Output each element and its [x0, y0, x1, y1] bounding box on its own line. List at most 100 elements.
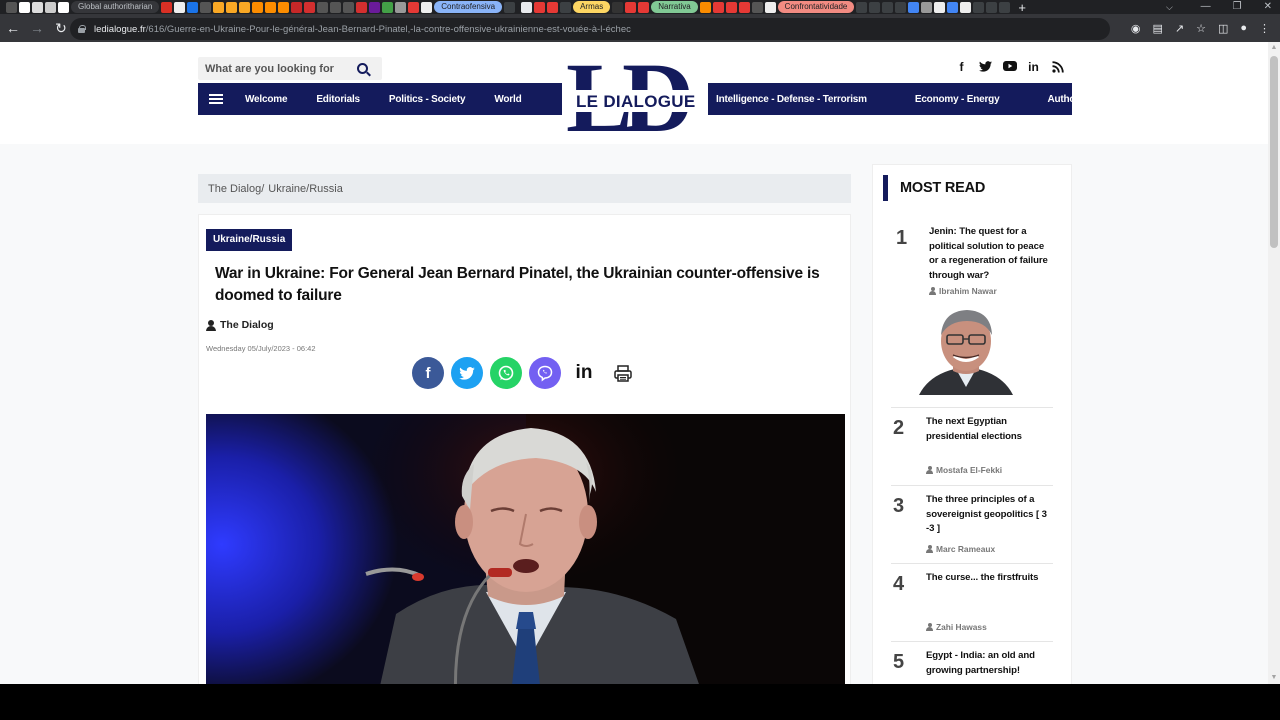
tab-favicon[interactable]	[421, 1, 433, 13]
tab-favicon[interactable]	[751, 1, 763, 13]
twitter-icon[interactable]	[979, 61, 992, 74]
tab-favicon[interactable]	[738, 1, 750, 13]
tab-favicon[interactable]	[960, 1, 972, 13]
facebook-share-icon[interactable]: f	[412, 357, 444, 389]
tab-favicon[interactable]	[226, 1, 238, 13]
most-read-title-link[interactable]: Egypt - India: an old and growing partne…	[926, 649, 1050, 678]
tab-favicon[interactable]	[32, 1, 43, 13]
restore-icon[interactable]: ❐	[1233, 0, 1242, 14]
tab-favicon[interactable]	[612, 1, 624, 13]
tab-favicon[interactable]	[547, 1, 559, 13]
breadcrumb-home[interactable]: The Dialog/	[208, 183, 264, 195]
tab-favicon[interactable]	[19, 1, 30, 13]
most-read-title-link[interactable]: The next Egyptian presidential elections	[926, 415, 1046, 444]
tab-narrativa[interactable]: Narrativa	[651, 1, 698, 13]
most-read-title-link[interactable]: The three principles of a sovereignist g…	[926, 493, 1050, 537]
search-input[interactable]	[205, 62, 345, 75]
twitter-share-icon[interactable]	[451, 357, 483, 389]
most-read-author[interactable]: Marc Rameaux	[926, 544, 995, 554]
tab-contraofensiva[interactable]: Contraofensiva	[434, 1, 503, 13]
tab-favicon[interactable]	[882, 1, 894, 13]
new-tab-button[interactable]: +	[1018, 1, 1026, 14]
tab-favicon[interactable]	[45, 1, 56, 13]
back-icon[interactable]: ←	[2, 17, 24, 39]
tab-favicon[interactable]	[6, 1, 17, 13]
tab-favicon[interactable]	[638, 1, 650, 13]
tab-favicon[interactable]	[869, 1, 881, 13]
author-photo[interactable]	[911, 305, 1021, 395]
close-window-icon[interactable]: ✕	[1264, 0, 1272, 14]
tab-favicon[interactable]	[265, 1, 277, 13]
tab-favicon[interactable]	[161, 1, 173, 13]
translate-icon[interactable]: ▤	[1152, 22, 1162, 35]
profile-icon[interactable]: ●	[1240, 22, 1247, 34]
address-bar[interactable]: ledialogue.fr/616/Guerre-en-Ukraine-Pour…	[70, 18, 1110, 40]
tab-favicon[interactable]	[330, 1, 342, 13]
tab-search-chevron-icon[interactable]: ⌵	[1166, 0, 1173, 14]
tab-favicon[interactable]	[239, 1, 251, 13]
tab-favicon[interactable]	[725, 1, 737, 13]
nav-welcome[interactable]: Welcome	[245, 94, 288, 105]
scroll-up-arrow-icon[interactable]: ▲	[1268, 42, 1280, 54]
youtube-icon[interactable]	[1003, 61, 1017, 74]
nav-politics-society[interactable]: Politics - Society	[389, 94, 466, 105]
most-read-title-link[interactable]: Jenin: The quest for a political solutio…	[929, 225, 1051, 283]
whatsapp-share-icon[interactable]	[490, 357, 522, 389]
tab-favicon[interactable]	[908, 1, 920, 13]
rss-icon[interactable]	[1051, 61, 1064, 74]
most-read-author[interactable]: Ibrahim Nawar	[929, 286, 997, 296]
tab-favicon[interactable]	[947, 1, 959, 13]
breadcrumb-current[interactable]: Ukraine/Russia	[268, 183, 343, 195]
lock-icon[interactable]	[78, 25, 86, 33]
menu-dots-icon[interactable]: ⋮	[1259, 22, 1270, 35]
bookmark-star-icon[interactable]: ☆	[1196, 22, 1206, 35]
side-panel-icon[interactable]: ◫	[1218, 22, 1228, 35]
tab-favicon[interactable]	[343, 1, 355, 13]
tab-favicon[interactable]	[58, 1, 69, 13]
tab-favicon[interactable]	[625, 1, 637, 13]
reload-icon[interactable]: ↻	[50, 17, 72, 39]
page-scrollbar[interactable]: ▲ ▼	[1268, 42, 1280, 684]
tab-favicon[interactable]	[973, 1, 985, 13]
nav-world[interactable]: World	[494, 94, 521, 105]
tab-favicon[interactable]	[187, 1, 199, 13]
tab-favicon[interactable]	[369, 1, 381, 13]
tab-favicon[interactable]	[174, 1, 186, 13]
tab-global-authoritharian[interactable]: Global authoritharian	[71, 1, 160, 13]
tab-favicon[interactable]	[356, 1, 368, 13]
tab-favicon[interactable]	[856, 1, 868, 13]
tab-favicon[interactable]	[317, 1, 329, 13]
tab-favicon[interactable]	[252, 1, 264, 13]
nav-authors[interactable]: Authors	[1047, 94, 1084, 105]
tab-armas[interactable]: Armas	[573, 1, 611, 13]
tab-favicon[interactable]	[986, 1, 998, 13]
tab-favicon[interactable]	[712, 1, 724, 13]
google-lens-icon[interactable]: ◉	[1131, 22, 1141, 35]
nav-editorials[interactable]: Editorials	[316, 94, 360, 105]
most-read-author[interactable]: Mostafa El-Fekki	[926, 465, 1002, 475]
tab-close-icon[interactable]	[521, 1, 533, 13]
tab-favicon[interactable]	[921, 1, 933, 13]
tab-favicon[interactable]	[764, 1, 776, 13]
nav-intelligence-defense-terrorism[interactable]: Intelligence - Defense - Terrorism	[716, 94, 867, 105]
print-icon[interactable]	[607, 357, 639, 389]
share-page-icon[interactable]: ↗	[1175, 22, 1184, 35]
tab-favicon[interactable]	[408, 1, 420, 13]
tab-favicon[interactable]	[200, 1, 212, 13]
url-text[interactable]: ledialogue.fr/616/Guerre-en-Ukraine-Pour…	[94, 24, 631, 35]
tab-favicon[interactable]	[278, 1, 290, 13]
author-name[interactable]: The Dialog	[220, 319, 274, 331]
linkedin-share-icon[interactable]: in	[568, 357, 600, 389]
minimize-icon[interactable]: —	[1201, 0, 1211, 14]
most-read-author[interactable]: Zahi Hawass	[926, 622, 987, 632]
tab-favicon[interactable]	[999, 1, 1011, 13]
tab-favicon[interactable]	[291, 1, 303, 13]
linkedin-icon[interactable]: in	[1027, 61, 1040, 74]
category-tag[interactable]: Ukraine/Russia	[206, 229, 293, 251]
tab-favicon[interactable]	[699, 1, 711, 13]
scroll-down-arrow-icon[interactable]: ▼	[1268, 672, 1280, 684]
tab-confrontatividade[interactable]: Confrontatividade	[777, 1, 855, 13]
facebook-icon[interactable]: f	[955, 61, 968, 74]
most-read-title-link[interactable]: The curse... the firstfruits	[926, 571, 1050, 586]
hamburger-menu-icon[interactable]	[209, 94, 223, 104]
